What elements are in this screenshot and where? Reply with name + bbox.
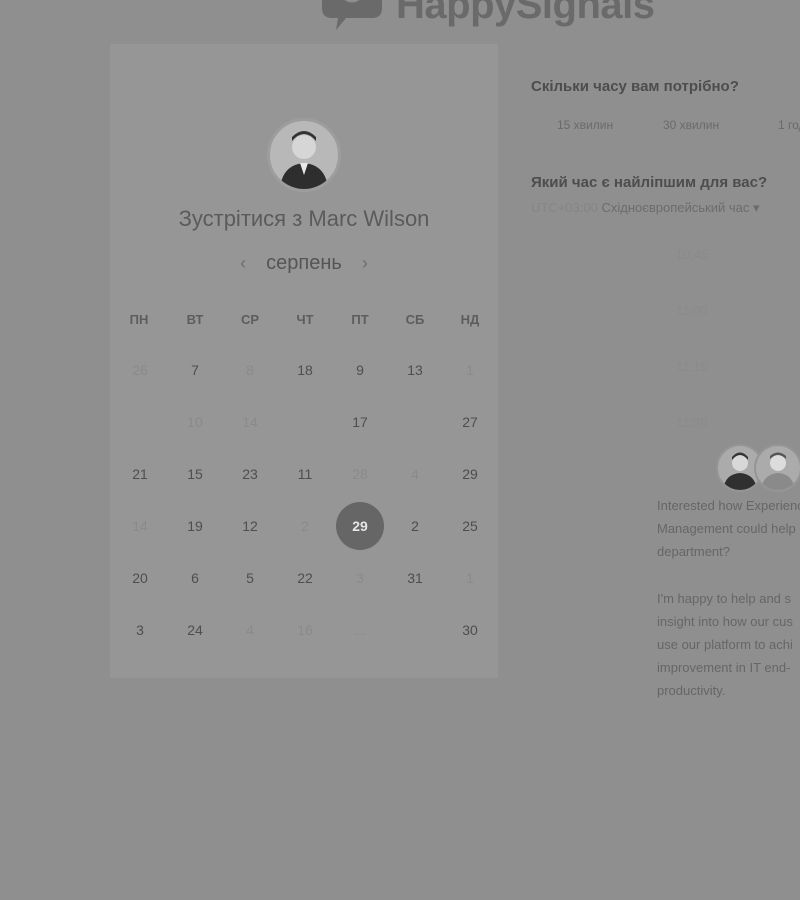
calendar-day[interactable]: 31	[391, 554, 439, 602]
selected-day[interactable]: 29	[336, 502, 384, 550]
time-slot[interactable]: 11:00	[668, 303, 716, 318]
timezone-code: UTC+03:00	[531, 200, 598, 215]
calendar-day[interactable]: 23	[226, 450, 274, 498]
timezone-name: Східноєвропейський час	[601, 200, 750, 215]
speech-bubble-logo-icon	[316, 0, 388, 32]
calendar-day[interactable]: 6	[171, 554, 219, 602]
description-line: Interested how Experience	[657, 498, 800, 513]
calendar-day[interactable]: 30	[446, 606, 494, 654]
calendar-day[interactable]: 1	[446, 346, 494, 394]
calendar-day[interactable]: 8	[226, 346, 274, 394]
weekday-label: ВТ	[186, 312, 204, 327]
weekday-label: СР	[240, 312, 260, 327]
next-month-icon[interactable]: ›	[362, 253, 368, 274]
calendar-day[interactable]: 16	[281, 606, 329, 654]
description-paragraph-1: Interested how Experience Management cou…	[657, 494, 800, 563]
weekday-label: НД	[460, 312, 480, 327]
meeting-title: Зустрітися з Marc Wilson	[178, 206, 430, 231]
calendar-day[interactable]	[116, 398, 164, 446]
month-navigation: ‹ серпень ›	[110, 252, 498, 275]
calendar-day[interactable]: 4	[391, 450, 439, 498]
calendar-day[interactable]	[391, 398, 439, 446]
time-slot[interactable]: 11:30	[668, 415, 716, 430]
calendar-day[interactable]: 15	[171, 450, 219, 498]
description-line: productivity.	[657, 683, 726, 698]
calendar-day[interactable]: 18	[281, 346, 329, 394]
description-line: Management could help	[657, 521, 796, 536]
calendar-day[interactable]: 20	[116, 554, 164, 602]
calendar-day[interactable]: 22	[281, 554, 329, 602]
duration-option[interactable]: 1 година	[778, 118, 800, 132]
calendar-day[interactable]: 7	[171, 346, 219, 394]
calendar-day[interactable]: 12	[226, 502, 274, 550]
weekday-label: ПТ	[351, 312, 369, 327]
description-line: improvement in IT end-	[657, 660, 791, 675]
calendar-day[interactable]: 27	[446, 398, 494, 446]
calendar-day[interactable]: ...	[336, 606, 384, 654]
avatar	[754, 444, 800, 492]
time-question: Який час є найліпшим для вас?	[531, 174, 768, 191]
description-line: I'm happy to help and s	[657, 591, 792, 606]
calendar-day[interactable]: 14	[226, 398, 274, 446]
calendar-day[interactable]	[391, 606, 439, 654]
calendar-day[interactable]: 2	[391, 502, 439, 550]
header: HappySignals	[0, 0, 800, 44]
calendar-day[interactable]: 21	[116, 450, 164, 498]
calendar-day[interactable]: 9	[336, 346, 384, 394]
calendar-day[interactable]: 4	[226, 606, 274, 654]
calendar-day[interactable]: 10	[171, 398, 219, 446]
calendar-day[interactable]: 2	[281, 502, 329, 550]
duration-option[interactable]: 30 хвилин	[663, 118, 719, 132]
calendar-day[interactable]: 3	[336, 554, 384, 602]
time-slot[interactable]: 10:45	[668, 247, 716, 262]
logo[interactable]: HappySignals	[316, 0, 655, 32]
logo-text: HappySignals	[396, 0, 655, 27]
calendar-day[interactable]: 11	[281, 450, 329, 498]
calendar-day[interactable]: 25	[446, 502, 494, 550]
duration-question: Скільки часу вам потрібно?	[531, 78, 739, 95]
description-line: insight into how our cus	[657, 614, 793, 629]
calendar-day[interactable]: 26	[116, 346, 164, 394]
calendar-day[interactable]: 29	[446, 450, 494, 498]
calendar-day[interactable]: 13	[391, 346, 439, 394]
calendar-day[interactable]: 1	[446, 554, 494, 602]
time-slot[interactable]: 11:15	[668, 359, 716, 374]
description-line: use our platform to achi	[657, 637, 793, 652]
description-paragraph-2: I'm happy to help and s insight into how…	[657, 587, 800, 702]
chevron-down-icon: ▾	[753, 200, 760, 215]
weekday-label: СБ	[405, 312, 425, 327]
month-label: серпень	[266, 252, 342, 274]
timezone-select[interactable]: UTC+03:00 Східноєвропейський час ▾	[531, 200, 760, 216]
calendar-day[interactable]: 24	[171, 606, 219, 654]
team-avatars	[716, 444, 800, 492]
description-line: department?	[657, 544, 730, 559]
duration-option[interactable]: 15 хвилин	[557, 118, 613, 132]
weekday-label: ПН	[129, 312, 149, 327]
calendar-day[interactable]: 14	[116, 502, 164, 550]
calendar-day[interactable]	[281, 398, 329, 446]
host-avatar	[267, 118, 341, 192]
calendar-day[interactable]: 5	[226, 554, 274, 602]
calendar-day[interactable]: 28	[336, 450, 384, 498]
prev-month-icon[interactable]: ‹	[240, 253, 246, 274]
calendar-day[interactable]: 19	[171, 502, 219, 550]
calendar-day[interactable]: 3	[116, 606, 164, 654]
calendar-day[interactable]: 17	[336, 398, 384, 446]
weekday-label: ЧТ	[296, 312, 314, 327]
